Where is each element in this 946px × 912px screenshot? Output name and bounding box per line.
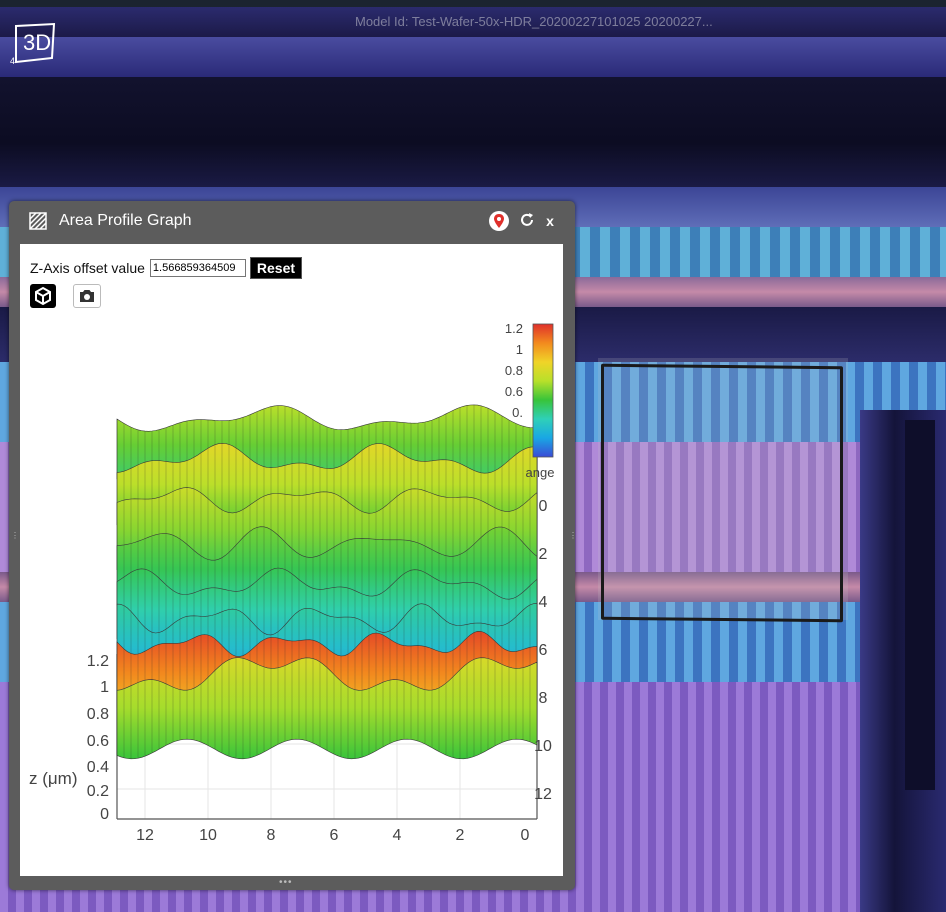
hatch-icon bbox=[29, 212, 47, 230]
top-toolbar bbox=[0, 0, 946, 7]
z-tick-label: 1 bbox=[100, 679, 109, 696]
resize-grip-left[interactable]: ⋮ bbox=[11, 532, 19, 548]
panel-body: Z-Axis offset value Reset 1.210.80.60.an… bbox=[20, 244, 563, 876]
scene-band bbox=[0, 77, 946, 187]
x-tick-label: 12 bbox=[136, 827, 154, 844]
x-tick-label: 2 bbox=[456, 827, 465, 844]
map-pin-button[interactable] bbox=[489, 211, 509, 231]
colorbar-label: ange bbox=[526, 465, 555, 480]
z-tick-label: 1.2 bbox=[87, 653, 109, 670]
z-tick-label: 0.4 bbox=[87, 759, 109, 776]
svg-text:3D: 3D bbox=[23, 30, 51, 55]
selection-rectangle[interactable] bbox=[601, 363, 843, 623]
y-tick-label: 12 bbox=[534, 786, 552, 803]
y-tick-label: 2 bbox=[539, 546, 548, 563]
panel-title: Area Profile Graph bbox=[59, 212, 192, 229]
logo-edge-label: 4 bbox=[10, 56, 16, 66]
x-tick-label: 8 bbox=[267, 827, 276, 844]
colorbar-tick-label: 0. bbox=[512, 405, 523, 420]
z-axis-title: z (μm) bbox=[29, 769, 78, 788]
map-pin-icon bbox=[494, 214, 504, 228]
resize-grip-right[interactable]: ⋮ bbox=[569, 532, 577, 548]
x-tick-label: 4 bbox=[393, 827, 402, 844]
y-tick-label: 4 bbox=[539, 594, 548, 611]
z-tick-label: 0.8 bbox=[87, 706, 109, 723]
x-tick-label: 10 bbox=[199, 827, 217, 844]
colorbar-tick-label: 1 bbox=[516, 342, 523, 357]
scene-dark-column bbox=[905, 420, 935, 790]
colorbar-tick-label: 0.8 bbox=[505, 363, 523, 378]
colorbar-tick-label: 1.2 bbox=[505, 321, 523, 336]
close-button[interactable]: x bbox=[540, 211, 560, 231]
z-tick-label: 0.6 bbox=[87, 733, 109, 750]
x-tick-label: 6 bbox=[330, 827, 339, 844]
area-profile-panel[interactable]: Area Profile Graph x Z-Axis offset value… bbox=[9, 201, 577, 890]
area-profile-plot[interactable]: 1.2 1 0.8 0.6 0. ange 0 2 4 6 8 10 12 0 0.2 0.4 0.6 0.8 1 1… bbox=[20, 244, 563, 876]
y-tick-label: 0 bbox=[539, 498, 548, 515]
colorbar-tick-label: 0.6 bbox=[505, 384, 523, 399]
y-tick-label: 10 bbox=[534, 738, 552, 755]
refresh-icon bbox=[521, 213, 533, 226]
panel-header[interactable]: Area Profile Graph x bbox=[9, 201, 575, 241]
resize-grip-bottom[interactable]: ••• bbox=[279, 877, 293, 888]
y-tick-label: 8 bbox=[539, 690, 548, 707]
colorbar bbox=[532, 323, 554, 458]
scene-band bbox=[0, 37, 946, 77]
z-tick-label: 0 bbox=[100, 806, 109, 823]
model-id-label: Model Id: Test-Wafer-50x-HDR_20200227101… bbox=[355, 14, 713, 29]
app-logo: 3D 4 bbox=[10, 22, 56, 66]
z-tick-label: 0.2 bbox=[87, 783, 109, 800]
refresh-button[interactable] bbox=[517, 211, 537, 231]
y-tick-label: 6 bbox=[539, 642, 548, 659]
x-tick-label: 0 bbox=[521, 827, 530, 844]
